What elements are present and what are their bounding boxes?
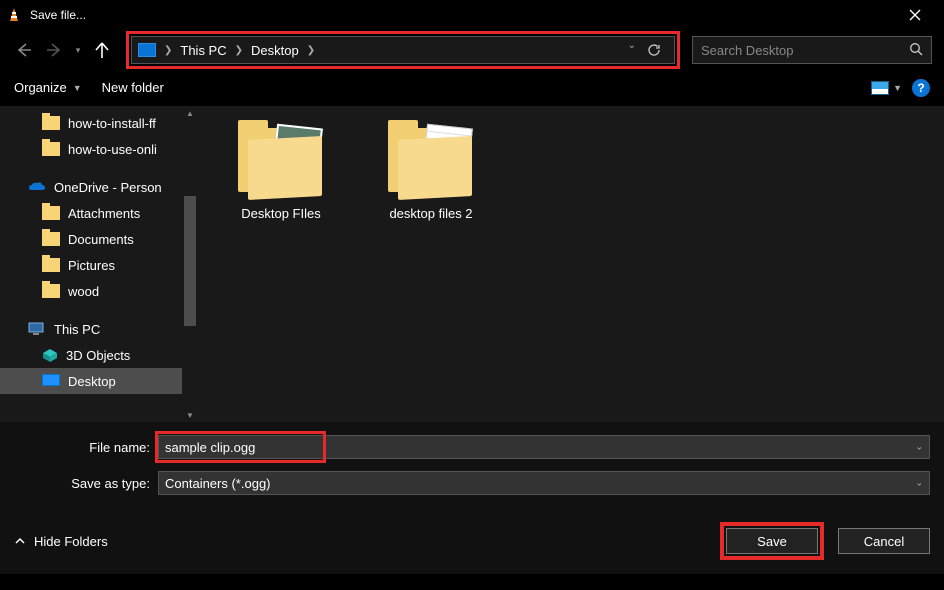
arrow-up-icon	[92, 40, 112, 60]
folder-icon	[42, 258, 60, 272]
vlc-app-icon	[6, 7, 22, 23]
breadcrumb-desktop[interactable]: Desktop	[251, 43, 299, 58]
search-field[interactable]	[692, 36, 932, 64]
folder-thumbnail-icon	[388, 120, 474, 200]
chevron-down-icon: ▼	[893, 83, 902, 93]
address-bar-highlight: ❯ This PC ❯ Desktop ❯ ⌄	[126, 31, 680, 69]
tree-item[interactable]: Attachments	[0, 200, 198, 226]
tree-this-pc[interactable]: This PC	[0, 316, 198, 342]
hide-folders-toggle[interactable]: Hide Folders	[14, 534, 108, 549]
filename-value: sample clip.ogg	[165, 440, 255, 455]
organize-label: Organize	[14, 80, 67, 95]
tree-item[interactable]: how-to-use-onli	[0, 136, 198, 162]
arrow-right-icon	[44, 40, 64, 60]
refresh-button[interactable]	[644, 40, 664, 60]
search-input[interactable]	[701, 43, 909, 58]
tree-item-desktop[interactable]: Desktop	[0, 368, 198, 394]
folder-item[interactable]: Desktop FIles	[226, 120, 336, 221]
save-button[interactable]: Save	[726, 528, 818, 554]
save-button-highlight: Save	[720, 522, 824, 560]
folder-icon	[42, 142, 60, 156]
tree-item[interactable]: how-to-install-ff	[0, 110, 198, 136]
folder-icon	[42, 284, 60, 298]
tree-item[interactable]: 3D Objects	[0, 342, 198, 368]
tree-scrollbar[interactable]: ▲ ▼	[182, 106, 198, 422]
content-pane[interactable]: Desktop FIles desktop files 2	[198, 106, 944, 422]
help-button[interactable]: ?	[912, 79, 930, 97]
filename-input[interactable]: sample clip.ogg ⌄	[158, 435, 930, 459]
folder-item[interactable]: desktop files 2	[376, 120, 486, 221]
scroll-up-icon[interactable]: ▲	[182, 106, 198, 120]
forward-button[interactable]	[42, 38, 66, 62]
filename-label: File name:	[0, 440, 158, 455]
scrollbar-thumb[interactable]	[184, 196, 196, 326]
tree-onedrive[interactable]: OneDrive - Person	[0, 174, 198, 200]
navigation-tree[interactable]: how-to-install-ff how-to-use-onli OneDri…	[0, 106, 198, 422]
cube-icon	[42, 348, 58, 362]
chevron-down-icon: ▼	[73, 83, 82, 93]
recent-dropdown[interactable]: ▾	[72, 38, 84, 62]
window-title: Save file...	[30, 8, 894, 22]
chevron-right-icon: ❯	[160, 45, 176, 56]
address-bar[interactable]: ❯ This PC ❯ Desktop ❯ ⌄	[131, 36, 675, 64]
scroll-down-icon[interactable]: ▼	[182, 408, 198, 422]
up-button[interactable]	[90, 38, 114, 62]
close-button[interactable]	[894, 0, 936, 30]
onedrive-icon	[28, 181, 46, 193]
breadcrumb-this-pc[interactable]: This PC	[180, 43, 226, 58]
chevron-up-icon	[14, 535, 26, 547]
chevron-right-icon: ❯	[303, 45, 319, 56]
chevron-down-icon[interactable]: ⌄	[628, 40, 636, 60]
tree-item[interactable]: Pictures	[0, 252, 198, 278]
folder-label: desktop files 2	[389, 206, 472, 221]
close-icon	[909, 9, 921, 21]
view-mode-button[interactable]: ▼	[871, 81, 902, 95]
view-icon	[871, 81, 889, 95]
folder-icon	[42, 232, 60, 246]
savetype-label: Save as type:	[0, 476, 158, 491]
search-icon	[909, 42, 923, 59]
chevron-down-icon[interactable]: ⌄	[915, 478, 923, 489]
folder-thumbnail-icon	[238, 120, 324, 200]
tree-item[interactable]: wood	[0, 278, 198, 304]
this-pc-icon	[28, 322, 46, 336]
organize-menu[interactable]: Organize ▼	[14, 80, 82, 95]
new-folder-button[interactable]: New folder	[102, 80, 164, 95]
this-pc-crumb-icon	[138, 43, 156, 57]
folder-icon	[42, 116, 60, 130]
back-button[interactable]	[12, 38, 36, 62]
hide-folders-label: Hide Folders	[34, 534, 108, 549]
chevron-right-icon: ❯	[231, 45, 247, 56]
chevron-down-icon[interactable]: ⌄	[915, 442, 923, 453]
folder-label: Desktop FIles	[241, 206, 320, 221]
refresh-icon	[647, 43, 661, 57]
desktop-icon	[42, 374, 60, 388]
savetype-select[interactable]: Containers (*.ogg) ⌄	[158, 471, 930, 495]
folder-icon	[42, 206, 60, 220]
savetype-value: Containers (*.ogg)	[165, 476, 271, 491]
arrow-left-icon	[14, 40, 34, 60]
tree-item[interactable]: Documents	[0, 226, 198, 252]
cancel-button[interactable]: Cancel	[838, 528, 930, 554]
